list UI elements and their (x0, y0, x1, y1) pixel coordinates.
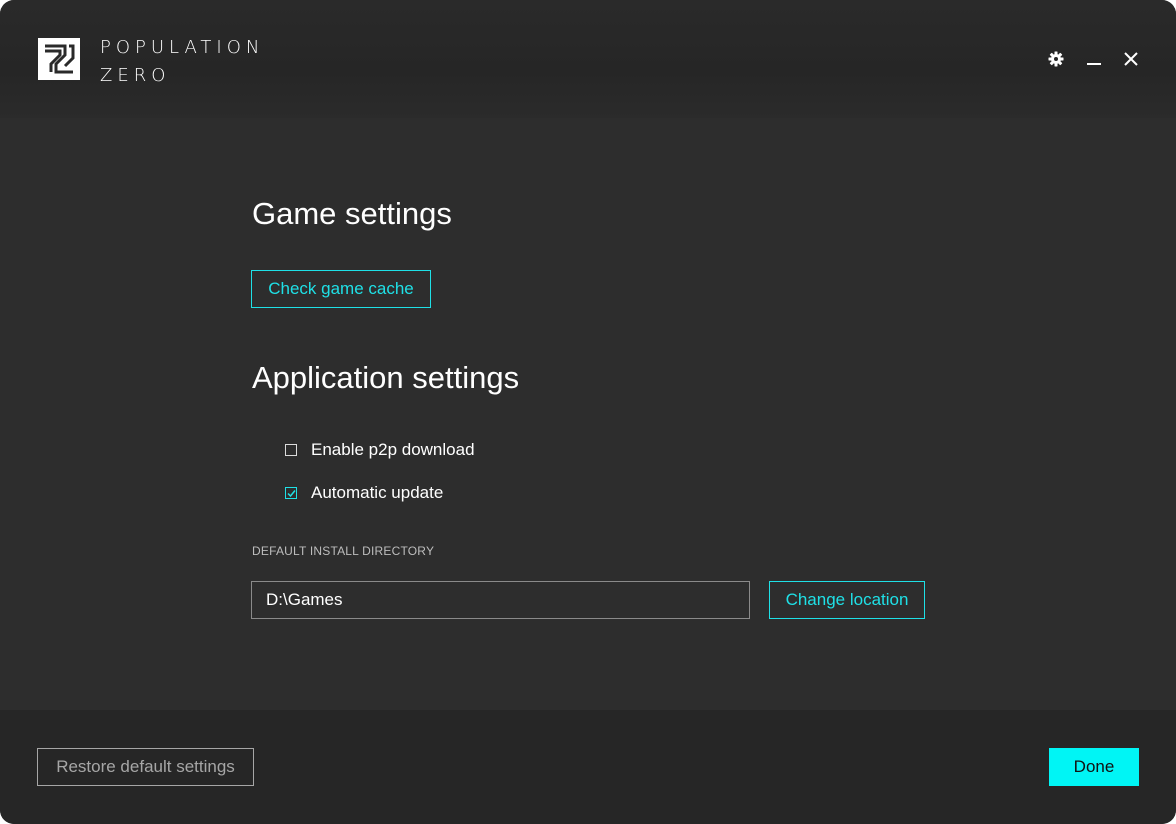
logo-line-2: ZERO (100, 65, 171, 86)
enable-p2p-checkbox-row[interactable]: Enable p2p download (285, 438, 475, 462)
gear-icon (1048, 51, 1064, 67)
checkmark-icon (286, 489, 296, 497)
change-location-button[interactable]: Change location (769, 581, 925, 619)
automatic-update-label: Automatic update (311, 483, 444, 502)
install-directory-label: DEFAULT INSTALL DIRECTORY (252, 544, 435, 558)
done-button[interactable]: Done (1049, 748, 1139, 786)
enable-p2p-checkbox[interactable] (285, 444, 297, 456)
game-settings-heading: Game settings (252, 196, 452, 231)
title-bar: POPULATION ZERO (0, 0, 1176, 118)
logo-line-1: POPULATION (100, 37, 265, 58)
enable-p2p-label: Enable p2p download (311, 440, 475, 459)
launcher-window: POPULATION ZERO Game settings Check game… (0, 0, 1176, 824)
settings-content (0, 118, 1176, 710)
minimize-button[interactable] (1083, 48, 1105, 70)
automatic-update-checkbox[interactable] (285, 487, 297, 499)
application-settings-heading: Application settings (252, 360, 520, 395)
automatic-update-checkbox-row[interactable]: Automatic update (285, 481, 443, 505)
settings-button[interactable] (1045, 48, 1067, 70)
population-zero-logo-icon (38, 38, 80, 80)
app-logo-text: POPULATION ZERO (100, 34, 264, 90)
install-directory-input[interactable] (251, 581, 750, 619)
restore-defaults-button[interactable]: Restore default settings (37, 748, 254, 786)
close-icon (1124, 52, 1138, 66)
minimize-icon (1087, 63, 1101, 65)
close-button[interactable] (1120, 48, 1142, 70)
check-game-cache-button[interactable]: Check game cache (251, 270, 431, 308)
